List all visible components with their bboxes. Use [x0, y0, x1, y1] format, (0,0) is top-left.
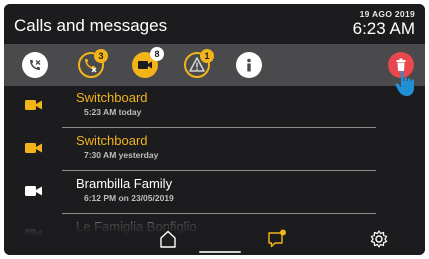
caller-name: Switchboard	[76, 90, 148, 105]
alerts-button[interactable]: 1	[184, 49, 214, 78]
info-button[interactable]	[236, 52, 262, 78]
list-item[interactable]: Switchboard 7:30 AM yesterday	[4, 129, 425, 171]
clock: 6:23 AM	[352, 19, 415, 38]
divider	[62, 170, 376, 171]
call-time: 5:23 AM today	[84, 107, 142, 117]
alerts-badge: 1	[200, 49, 214, 63]
divider	[62, 213, 376, 214]
messages-icon[interactable]	[266, 228, 288, 250]
app-window: Calls and messages 19 AGO 2019 6:23 AM 3	[4, 4, 425, 255]
call-time: 7:30 AM yesterday	[84, 150, 159, 160]
home-indicator	[199, 251, 241, 253]
info-icon	[247, 58, 251, 72]
divider	[62, 127, 376, 128]
missed-calls-badge: 3	[94, 49, 108, 63]
missed-calls-button[interactable]: 3	[78, 49, 108, 78]
header: Calls and messages 19 AGO 2019 6:23 AM	[4, 4, 425, 44]
video-messages-badge: 8	[150, 47, 164, 61]
video-camera-icon	[25, 100, 42, 110]
gear-icon[interactable]	[368, 228, 390, 250]
phone-calls-icon	[30, 60, 41, 70]
date-label: 19 AGO 2019	[359, 9, 415, 19]
caller-name: Brambilla Family	[76, 176, 173, 191]
page-title: Calls and messages	[14, 16, 168, 35]
caller-name: Switchboard	[76, 133, 148, 148]
call-time: 6:12 PM on 23/05/2019	[84, 193, 174, 203]
all-calls-button[interactable]	[22, 52, 48, 78]
video-messages-button[interactable]: 8	[132, 47, 164, 78]
list-item[interactable]: Brambilla Family 6:12 PM on 23/05/2019	[4, 172, 425, 214]
video-camera-icon	[25, 186, 42, 196]
toolbar: 3 8 1	[4, 44, 425, 96]
video-camera-icon	[25, 143, 42, 153]
list-item[interactable]: Switchboard 5:23 AM today	[4, 86, 425, 128]
home-icon[interactable]	[157, 228, 179, 250]
